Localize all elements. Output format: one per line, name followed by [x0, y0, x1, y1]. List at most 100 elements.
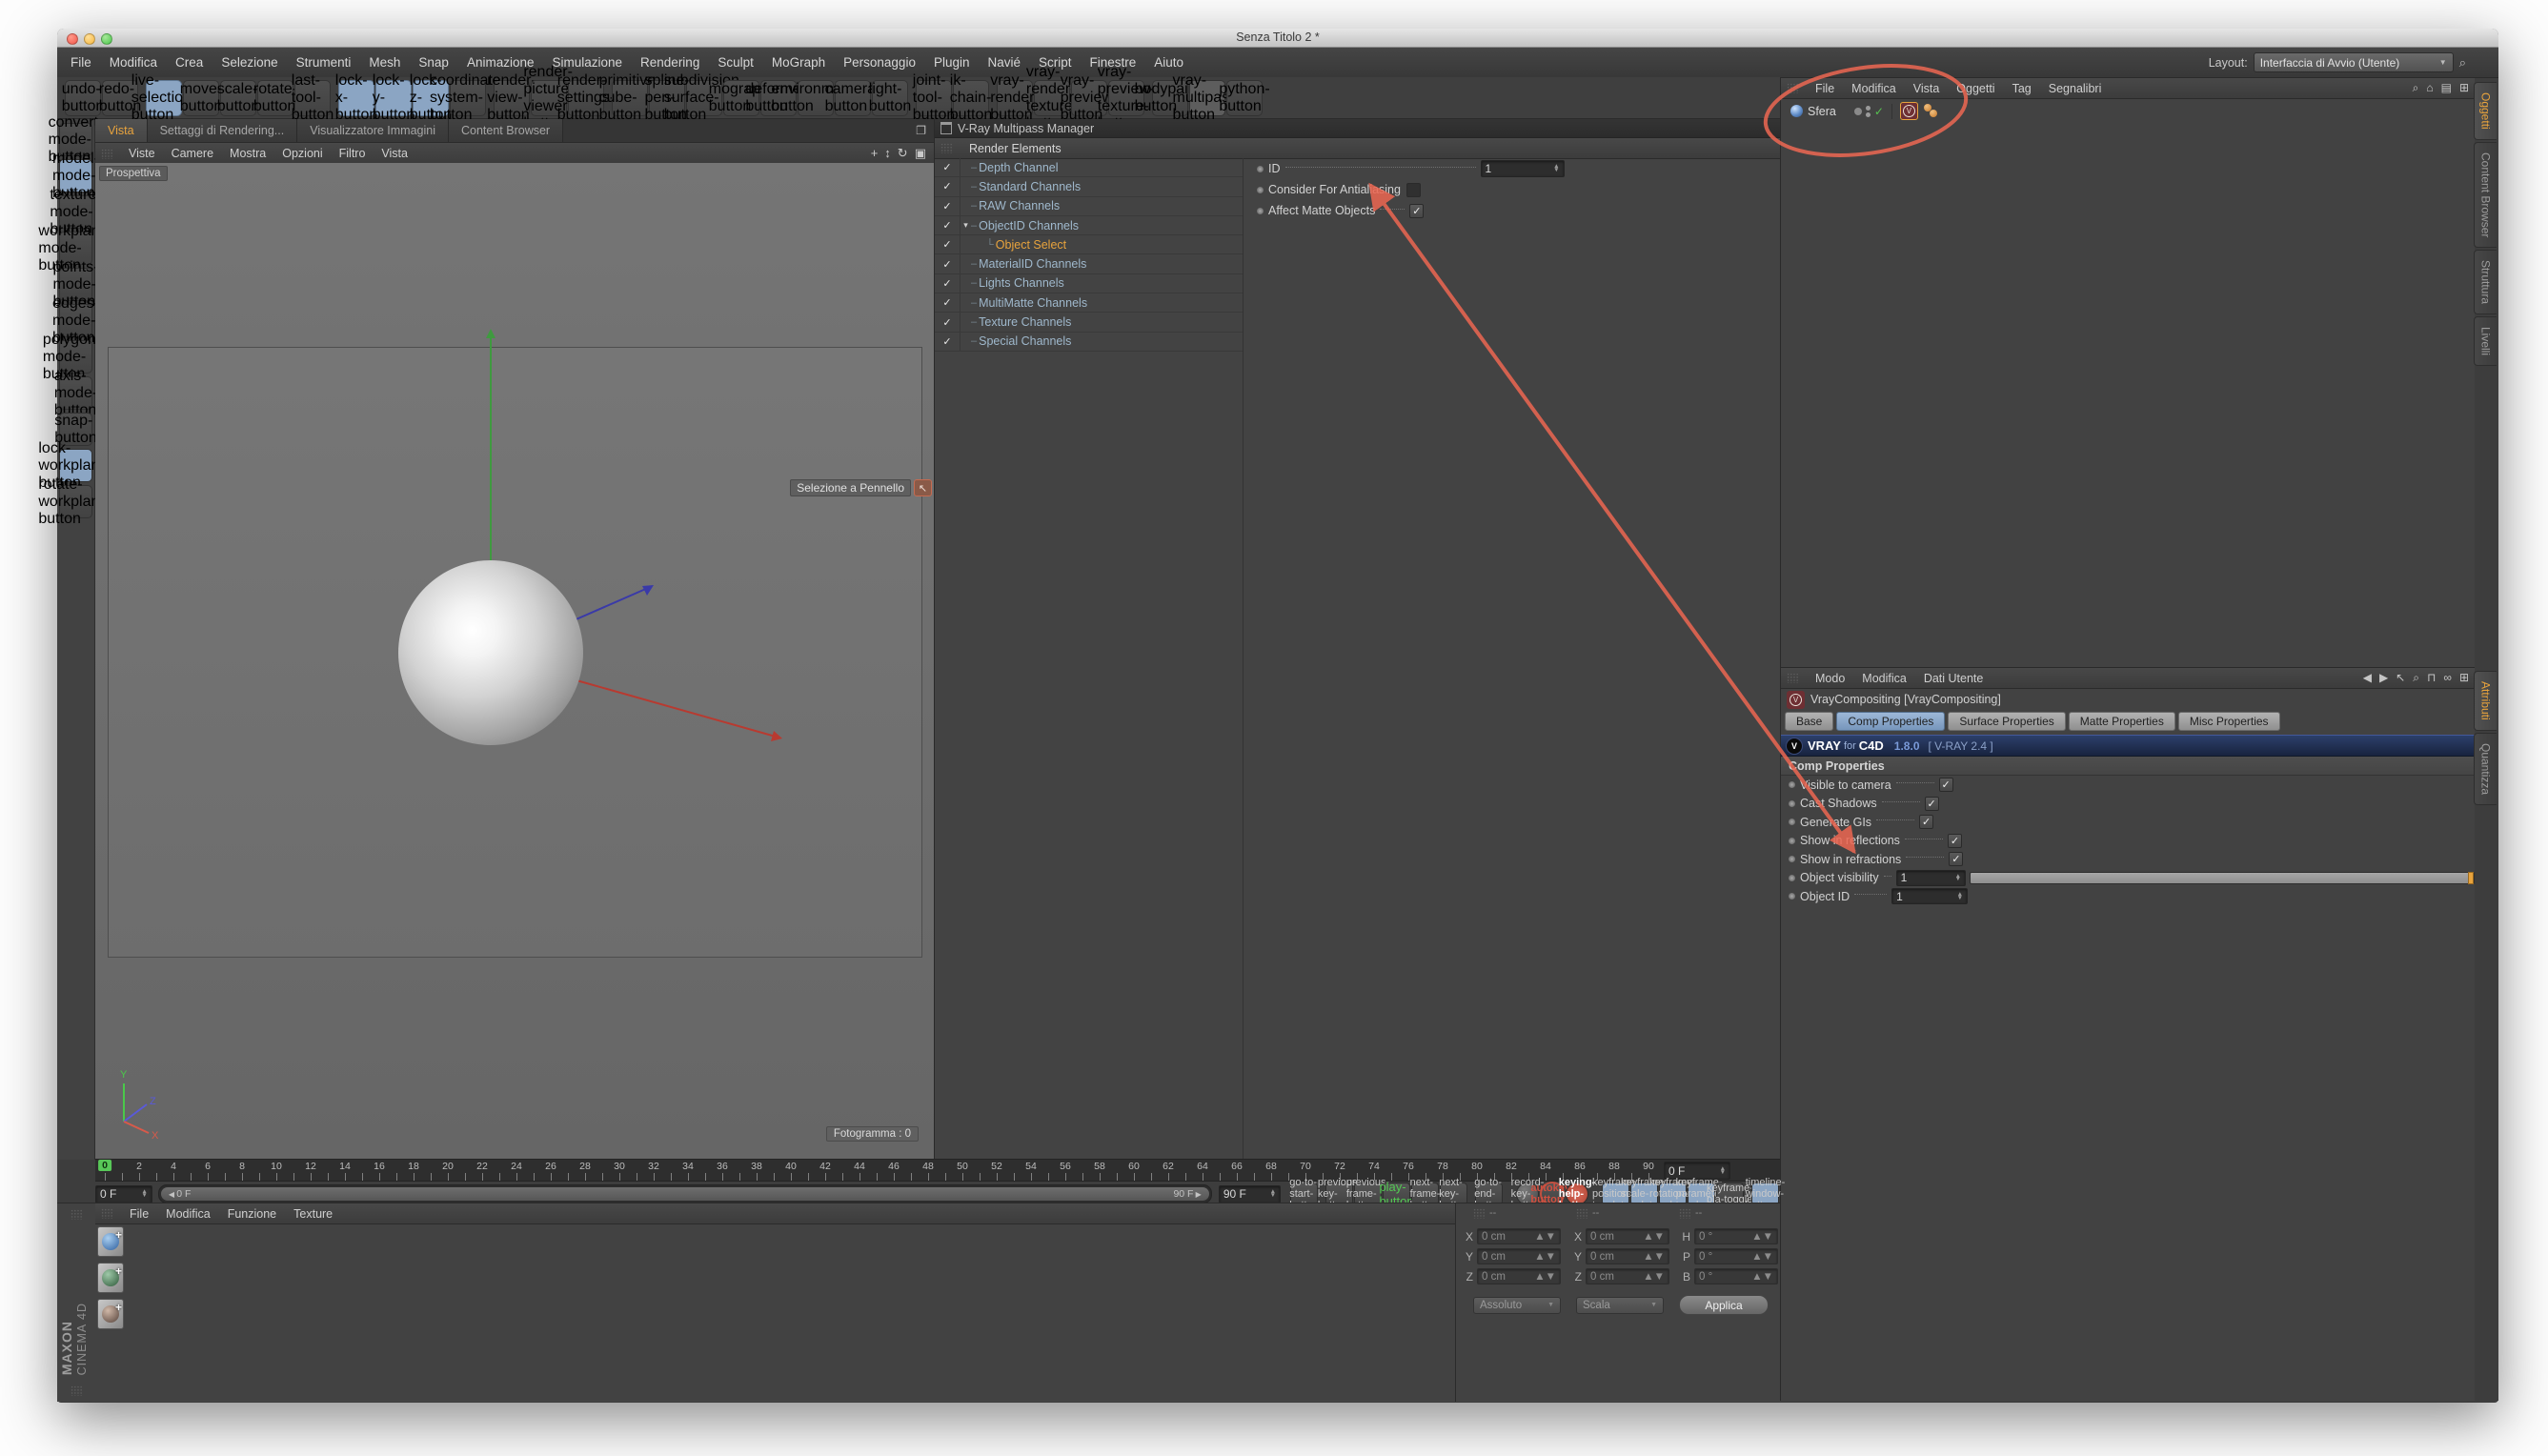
param-spinner[interactable]: 1▲▼: [1896, 870, 1966, 886]
side-tab-content-browser[interactable]: Content Browser: [2474, 142, 2497, 248]
lock-y-button[interactable]: lock-y-button: [375, 80, 412, 116]
maximize-icon[interactable]: ▣: [915, 146, 926, 161]
spinner-arrows-icon[interactable]: ▲▼: [1751, 1271, 1773, 1283]
checkbox-cell[interactable]: ✓: [935, 216, 961, 234]
param-spinner[interactable]: 1▲▼: [1891, 888, 1968, 904]
menu-selezione[interactable]: Selezione: [221, 55, 277, 70]
back-icon[interactable]: ◀: [2363, 671, 2372, 685]
side-tab-oggetti[interactable]: Oggetti: [2474, 82, 2497, 140]
home-icon[interactable]: ⌂: [2426, 81, 2433, 95]
lock-x-button[interactable]: lock-x-button: [338, 80, 374, 116]
ik-chain-button[interactable]: ik-chain-button: [953, 80, 989, 116]
attribute-tab-comp-properties[interactable]: Comp Properties: [1836, 712, 1945, 731]
layout-select[interactable]: Interfaccia di Avvio (Utente) ▼: [2254, 52, 2454, 72]
tree-row-materialid-channels[interactable]: ✓–MaterialID Channels: [935, 254, 1243, 273]
scale-button[interactable]: scale-button: [220, 80, 256, 116]
coord-field[interactable]: 0 °▲▼: [1694, 1248, 1778, 1264]
drag-handle-icon[interactable]: [101, 1208, 112, 1219]
titlebar[interactable]: Senza Titolo 2 *: [57, 29, 2498, 48]
coords-mode-select[interactable]: Assoluto▼: [1473, 1297, 1561, 1314]
viewport-menu-camere[interactable]: Camere: [172, 147, 213, 160]
checkbox-cell[interactable]: ✓: [935, 333, 961, 351]
new-material-button[interactable]: +: [97, 1226, 124, 1257]
viewport-menu-mostra[interactable]: Mostra: [230, 147, 266, 160]
drag-handle-icon[interactable]: [71, 1209, 82, 1220]
viewport-menu-opzioni[interactable]: Opzioni: [282, 147, 322, 160]
spinner-arrows-icon[interactable]: ▲▼: [1534, 1271, 1556, 1283]
live-selection-button[interactable]: live-selection-button: [146, 80, 182, 116]
spinner-arrows-icon[interactable]: ▲▼: [1751, 1231, 1773, 1243]
attribute-tab-surface-properties[interactable]: Surface Properties: [1948, 712, 2065, 731]
visibility-dots[interactable]: [1866, 106, 1871, 117]
menu-render-elements[interactable]: Render Elements: [969, 142, 1062, 155]
last-tool-button[interactable]: last-tool-button: [294, 80, 331, 116]
move-button[interactable]: move-button: [183, 80, 219, 116]
spinner-arrows-icon[interactable]: ▲▼: [1553, 165, 1559, 172]
enabled-check-icon[interactable]: ✓: [1874, 105, 1884, 118]
menu-snap[interactable]: Snap: [418, 55, 449, 70]
viewport-tab-content-browser[interactable]: Content Browser: [449, 119, 563, 142]
side-tab-livelli[interactable]: Livelli: [2474, 316, 2497, 366]
sync-icon[interactable]: ∞: [2443, 671, 2452, 685]
coord-field[interactable]: 0 cm▲▼: [1586, 1228, 1669, 1244]
drag-handle-icon[interactable]: [940, 143, 952, 153]
param-checkbox[interactable]: ✓: [1948, 834, 1962, 848]
viewport-menu-viste[interactable]: Viste: [129, 147, 155, 160]
param-checkbox[interactable]: ✓: [1919, 815, 1933, 829]
side-tab-attributi[interactable]: Attributi: [2474, 671, 2497, 731]
object-row-sfera[interactable]: Sfera ✓ V: [1781, 101, 2475, 121]
new-shader-material-button[interactable]: +: [97, 1263, 124, 1293]
param-checkbox[interactable]: ✓: [1925, 797, 1939, 811]
tree-row-depth-channel[interactable]: ✓–Depth Channel: [935, 158, 1243, 177]
twirl-icon[interactable]: ▾: [961, 220, 971, 231]
object-menu-tag[interactable]: Tag: [2012, 82, 2032, 95]
menu-aiuto[interactable]: Aiuto: [1154, 55, 1183, 70]
coord-field[interactable]: 0 cm▲▼: [1586, 1248, 1669, 1264]
menu-rendering[interactable]: Rendering: [640, 55, 699, 70]
phong-tag[interactable]: [1923, 103, 1939, 119]
apply-button[interactable]: Applica: [1679, 1295, 1769, 1315]
spinner-arrows-icon[interactable]: ▲▼: [1534, 1231, 1556, 1243]
checkbox-cell[interactable]: ✓: [935, 254, 961, 273]
param-checkbox[interactable]: [1406, 183, 1421, 197]
tree-row-raw-channels[interactable]: ✓–RAW Channels: [935, 197, 1243, 216]
param-checkbox[interactable]: ✓: [1949, 852, 1963, 866]
panel-detach-icon[interactable]: ❐: [908, 119, 934, 142]
menu-mograph[interactable]: MoGraph: [772, 55, 825, 70]
playhead[interactable]: 0: [98, 1160, 111, 1171]
menu-strumenti[interactable]: Strumenti: [296, 55, 352, 70]
drag-handle-icon[interactable]: [71, 1385, 82, 1396]
tree-row-multimatte-channels[interactable]: ✓–MultiMatte Channels: [935, 293, 1243, 313]
drag-handle-icon[interactable]: [1679, 1208, 1690, 1219]
menu-modifica[interactable]: Modifica: [110, 55, 157, 70]
spinner-arrows-icon[interactable]: ▲▼: [1720, 1167, 1726, 1174]
tree-row-special-channels[interactable]: ✓–Special Channels: [935, 333, 1243, 352]
add-panel-icon[interactable]: ⊞: [2459, 81, 2469, 95]
object-menu-modifica[interactable]: Modifica: [1851, 82, 1896, 95]
param-spinner[interactable]: 1▲▼: [1481, 160, 1565, 177]
add-panel-icon[interactable]: ⊞: [2459, 671, 2469, 685]
zoom-icon[interactable]: ↕: [884, 146, 891, 161]
viewport-menu-vista[interactable]: Vista: [381, 147, 408, 160]
object-menu-segnalibri[interactable]: Segnalibri: [2049, 82, 2102, 95]
viewport-tab-visualizzatore-immagini[interactable]: Visualizzatore Immagini: [297, 119, 449, 142]
undo-button[interactable]: undo-button: [65, 80, 101, 116]
multipass-title-bar[interactable]: V-Ray Multipass Manager: [935, 119, 1780, 138]
primitive-cube-button[interactable]: primitive-cube-button: [612, 80, 648, 116]
light-button[interactable]: light-button: [872, 80, 908, 116]
current-frame-spinner[interactable]: 0 F ▲▼: [95, 1185, 152, 1203]
material-menu-funzione[interactable]: Funzione: [228, 1207, 276, 1221]
material-menu-file[interactable]: File: [130, 1207, 149, 1221]
end-frame-spinner[interactable]: 90 F ▲▼: [1219, 1185, 1281, 1203]
attribute-menu-modifica[interactable]: Modifica: [1862, 672, 1907, 685]
tree-row-standard-channels[interactable]: ✓–Standard Channels: [935, 177, 1243, 196]
param-checkbox[interactable]: ✓: [1409, 204, 1424, 218]
spinner-arrows-icon[interactable]: ▲▼: [1643, 1271, 1665, 1283]
viewport-tab-settaggi-di-rendering-[interactable]: Settaggi di Rendering...: [148, 119, 298, 142]
spinner-arrows-icon[interactable]: ▲▼: [1957, 893, 1963, 900]
coords-scale-select[interactable]: Scala▼: [1576, 1297, 1664, 1314]
side-tab-quantizza[interactable]: Quantizza: [2474, 733, 2497, 805]
menu-file[interactable]: File: [71, 55, 91, 70]
python-button[interactable]: python-button: [1226, 80, 1263, 116]
camera-button[interactable]: camera-button: [835, 80, 871, 116]
